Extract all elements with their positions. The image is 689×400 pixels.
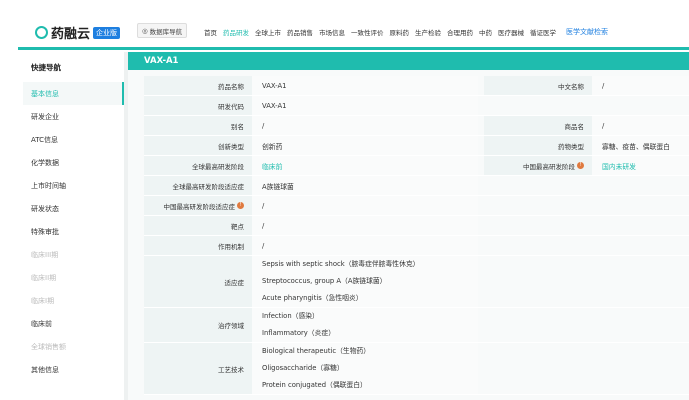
field-value: VAX-A1 [252,76,478,95]
field-value-list: Infection（感染） Inflammatory（炎症） [252,308,478,342]
table-row: 靶点 / [144,216,689,236]
table-row: 作用机制 / [144,236,689,256]
field-label: 研发代码 [144,96,252,115]
main-content: VAX-A1 药品名称 VAX-A1 中文名称 / 研发代码 VAX-A1 别名… [124,52,689,400]
list-item: Oligosaccharide（寡糖） [262,364,344,372]
sidebar-item[interactable]: 其他信息 [23,358,124,381]
nav-item[interactable]: 循证医学 [530,27,556,37]
field-label: 工艺技术 [144,343,252,394]
field-value: / [252,116,478,135]
field-label: 作用机制 [144,236,252,255]
logo-icon [35,26,48,39]
sidebar-item[interactable]: 上市时间轴 [23,174,124,197]
list-item: Biological therapeutic（生物药） [262,347,371,355]
header-divider [18,47,689,50]
list-item: Sepsis with septic shock（脓毒症伴脓毒性休克） [262,260,420,268]
field-label: 中国最高研发阶段! [484,156,592,175]
list-item: Infection（感染） [262,312,319,320]
china-stage-link[interactable]: 国内未研发 [592,156,689,175]
sidebar-item[interactable]: 临床前 [23,312,124,335]
table-row: 中国最高研发阶段适应症! / [144,196,689,216]
nav-item[interactable]: 医疗器械 [498,27,524,37]
field-value: / [592,76,689,95]
field-value-list: Sepsis with septic shock（脓毒症伴脓毒性休克） Stre… [252,256,478,307]
field-label: 全球最高研发阶段 [144,156,252,175]
table-row: 工艺技术 Biological therapeutic（生物药） Oligosa… [144,343,689,395]
literature-search-link[interactable]: 医学文献检索 [566,27,608,37]
info-icon[interactable]: ! [237,202,244,209]
table-row: 药品名称 VAX-A1 中文名称 / [144,76,689,96]
nav-item[interactable]: 一致性评价 [351,27,384,37]
nav-item[interactable]: 全球上市 [255,27,281,37]
sidebar-item[interactable]: ATC信息 [23,128,124,151]
field-value: / [592,116,689,135]
field-label: 商品名 [484,116,592,135]
field-label: 中国最高研发阶段适应症! [144,196,252,215]
label-text: 中国最高研发阶段适应症 [163,202,236,211]
sidebar-item[interactable]: 基本信息 [23,82,124,105]
sidebar-item[interactable]: 研发状态 [23,197,124,220]
logo[interactable]: 药融云 企业版 [35,23,121,42]
database-nav-button[interactable]: ◎ 数据库导航 [137,23,188,38]
nav-item[interactable]: 生产检验 [415,27,441,37]
compass-icon: ◎ [142,26,148,35]
sidebar-item[interactable]: 临床II期 [23,266,124,289]
field-label: 药品名称 [144,76,252,95]
main-nav: 首页 药品研发 全球上市 药品销售 市场信息 一致性评价 原料药 生产检验 合理用药 中药 医疗器械… [204,27,608,37]
field-value: VAX-A1 [252,96,478,115]
field-value: 创新药 [252,136,478,155]
sidebar-item[interactable]: 临床I期 [23,289,124,312]
nav-item[interactable]: 市场信息 [319,27,345,37]
table-row: 适应症 Sepsis with septic shock（脓毒症伴脓毒性休克） … [144,256,689,308]
field-label: 别名 [144,116,252,135]
nav-item[interactable]: 药品研发 [223,27,249,37]
drug-title: VAX-A1 [128,52,689,70]
quick-nav-sidebar: 快捷导航 基本信息 研发企业 ATC信息 化学数据 上市时间轴 研发状态 特殊审批 临床III… [23,52,124,400]
nav-item[interactable]: 合理用药 [447,27,473,37]
field-label: 全球最高研发阶段适应症 [144,176,252,195]
info-icon[interactable]: ! [577,162,584,169]
nav-item[interactable]: 原料药 [390,27,410,37]
sidebar-item[interactable]: 临床III期 [23,243,124,266]
sidebar-item[interactable]: 化学数据 [23,151,124,174]
nav-item[interactable]: 药品销售 [287,27,313,37]
table-row: 全球最高研发阶段 临床前 中国最高研发阶段! 国内未研发 [144,156,689,176]
field-label: 靶点 [144,216,252,235]
field-label: 创新类型 [144,136,252,155]
list-item: Acute pharyngitis（急性咽炎） [262,294,363,302]
field-value: / [252,236,478,255]
table-row: 别名 / 商品名 / [144,116,689,136]
table-row: 治疗领域 Infection（感染） Inflammatory（炎症） [144,308,689,343]
field-label: 药物类型 [484,136,592,155]
field-label: 治疗领域 [144,308,252,342]
label-text: 中国最高研发阶段 [523,162,575,171]
field-value: / [252,216,478,235]
global-stage-link[interactable]: 临床前 [252,156,478,175]
field-value: A族链球菌 [252,176,478,195]
field-label: 中文名称 [484,76,592,95]
basic-info-table: 药品名称 VAX-A1 中文名称 / 研发代码 VAX-A1 别名 / 商品名 … [144,76,689,395]
nav-item[interactable]: 首页 [204,27,217,37]
field-value: 寡糖、疫苗、偶联蛋白 [592,136,689,155]
list-item: Inflammatory（炎症） [262,329,335,337]
field-value: / [252,196,478,215]
field-label: 适应症 [144,256,252,307]
table-row: 全球最高研发阶段适应症 A族链球菌 [144,176,689,196]
field-value-list: Biological therapeutic（生物药） Oligosacchar… [252,343,478,394]
edition-badge: 企业版 [93,26,121,39]
list-item: Protein conjugated（偶联蛋白） [262,381,367,389]
table-row: 研发代码 VAX-A1 [144,96,689,116]
table-row: 创新类型 创新药 药物类型 寡糖、疫苗、偶联蛋白 [144,136,689,156]
sidebar-item[interactable]: 全球销售额 [23,335,124,358]
list-item: Streptococcus, group A（A族链球菌） [262,277,387,285]
logo-text: 药融云 [51,27,91,42]
sidebar-item[interactable]: 研发企业 [23,105,124,128]
sidebar-item[interactable]: 特殊审批 [23,220,124,243]
top-header: 药融云 企业版 ◎ 数据库导航 首页 药品研发 全球上市 药品销售 市场信息 一致性评价原… [0,15,689,47]
database-nav-label: 数据库导航 [149,27,183,36]
nav-item[interactable]: 中药 [479,27,492,37]
sidebar-title: 快捷导航 [31,62,61,72]
